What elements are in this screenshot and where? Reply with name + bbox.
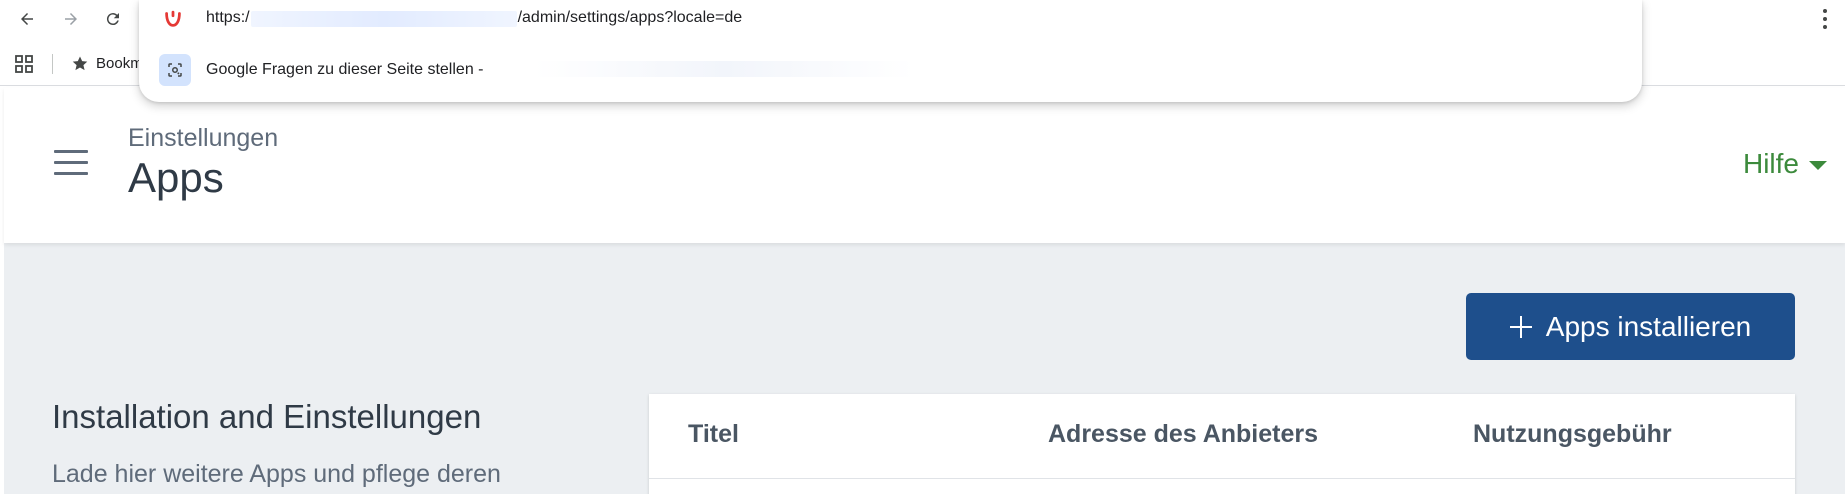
lens-icon [159,54,191,86]
bookmarks-folder-label[interactable]: Bookm [96,55,143,72]
back-arrow-icon [21,13,33,25]
column-header-usage-fee[interactable]: Nutzungsgebühr [1473,420,1672,449]
site-logo-icon [165,10,181,27]
url-path: /admin/settings/apps?locale=de [517,9,743,26]
star-icon [72,56,88,71]
omnibox-url-row[interactable]: https:/ /admin/settings/apps?locale=de [139,0,1642,38]
hamburger-menu-icon[interactable] [54,150,88,176]
caret-down-icon [1809,161,1827,170]
forward-arrow-icon [65,13,77,25]
help-label: Hilfe [1742,148,1799,179]
column-header-provider-address[interactable]: Adresse des Anbieters [1048,420,1318,449]
page-title: Apps [128,154,224,201]
table-header-row: Titel Adresse des Anbieters Nutzungsgebü… [649,394,1795,479]
plus-icon [1509,315,1532,338]
redacted-suggestion-tail [534,61,914,77]
section-title: Installation and Einstellungen [52,398,482,435]
apps-table: Titel Adresse des Anbieters Nutzungsgebü… [649,394,1795,494]
omnibox-suggestion-ask-google[interactable]: Google Fragen zu dieser Seite stellen - [139,50,1642,90]
url-prefix: https:/ [206,9,250,26]
reload-button[interactable] [100,6,126,32]
section-description: Lade hier weitere Apps und pflege deren [52,460,501,488]
reload-icon [106,13,119,26]
install-apps-label: Apps installieren [1545,310,1752,342]
apps-grid-icon[interactable] [14,54,34,74]
kebab-menu-icon[interactable] [1821,8,1829,30]
app-header: Einstellungen Apps Hilfe [4,88,1845,243]
address-bar-url[interactable]: https:/ /admin/settings/apps?locale=de [206,9,742,27]
column-header-title[interactable]: Titel [688,420,739,449]
install-apps-button[interactable]: Apps installieren [1466,293,1795,360]
back-button[interactable] [14,6,40,32]
omnibox-dropdown: https:/ /admin/settings/apps?locale=de G… [139,0,1642,102]
help-dropdown-button[interactable]: Hilfe [1743,148,1827,180]
redacted-domain [250,11,517,27]
suggestion-text: Google Fragen zu dieser Seite stellen - [206,61,484,78]
forward-button[interactable] [58,6,84,32]
content-area: Apps installieren Installation and Einst… [4,243,1845,494]
bookmarks-divider [52,54,53,74]
breadcrumb[interactable]: Einstellungen [128,124,278,153]
